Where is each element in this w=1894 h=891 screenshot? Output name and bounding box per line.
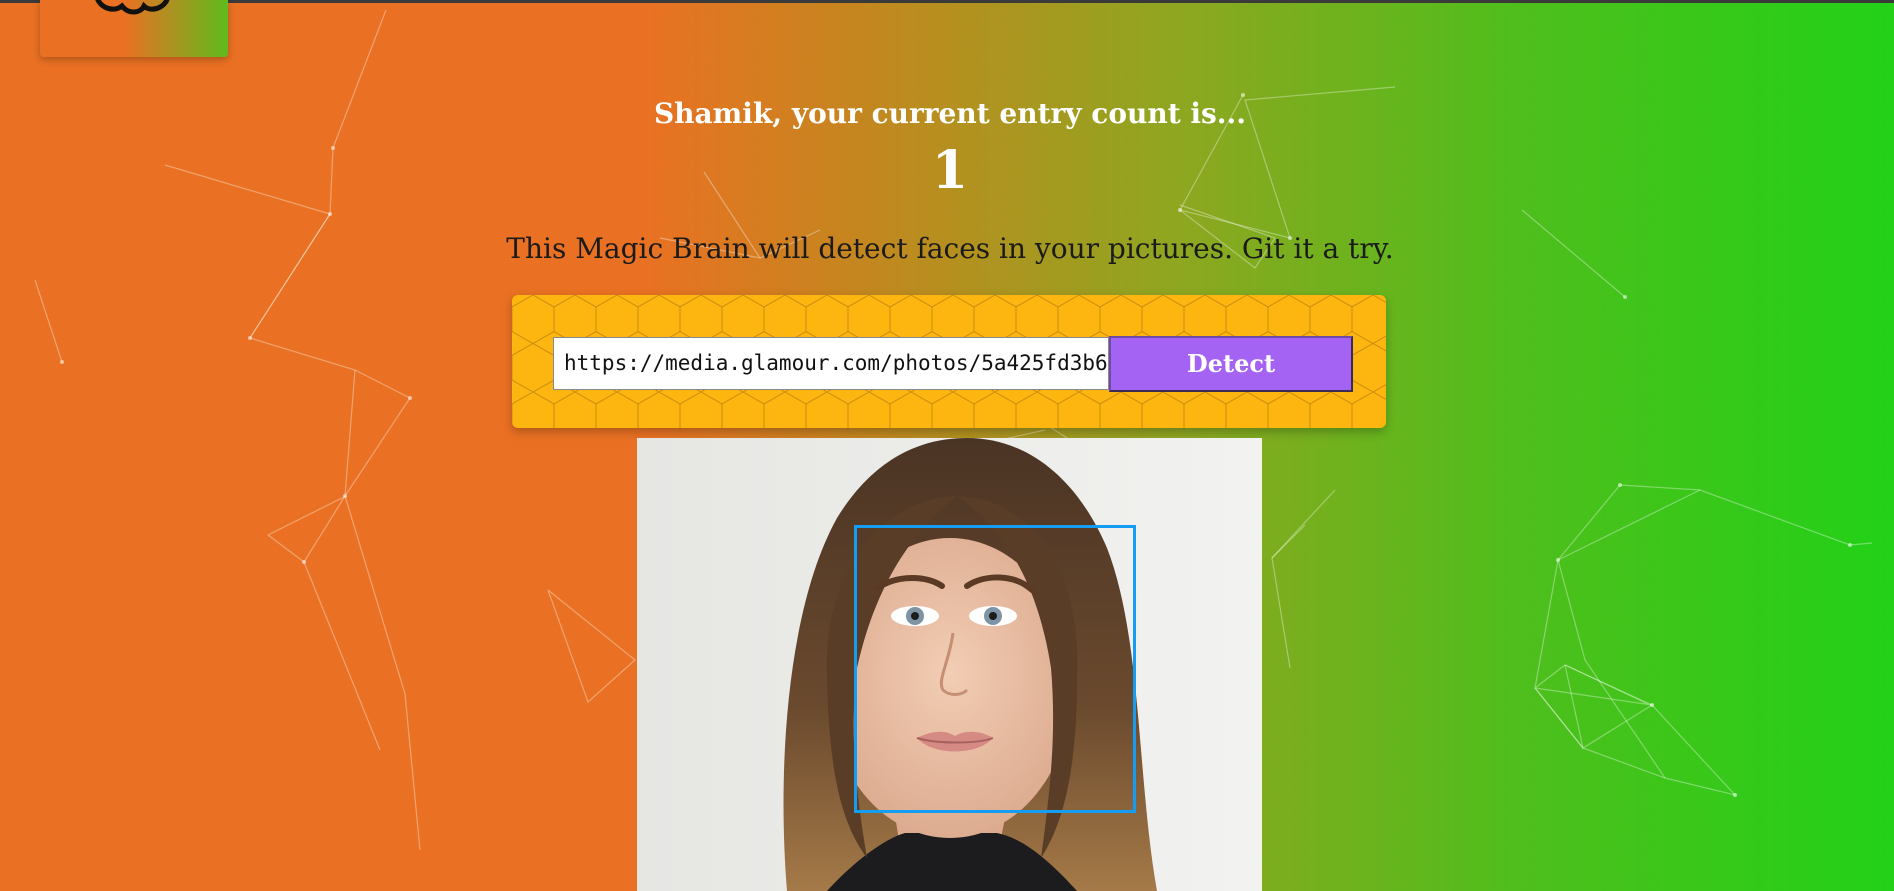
app-logo[interactable]: [40, 0, 228, 57]
image-url-form: https://media.glamour.com/photos/5a425fd…: [512, 295, 1386, 428]
image-url-input[interactable]: https://media.glamour.com/photos/5a425fd…: [553, 337, 1109, 390]
app-description: This Magic Brain will detect faces in yo…: [506, 232, 1394, 265]
entry-count-value: 1: [931, 140, 969, 201]
face-bounding-box: [854, 525, 1136, 813]
brain-icon: [95, 0, 170, 15]
entry-count-greeting: Shamik, your current entry count is...: [653, 97, 1247, 130]
detect-button[interactable]: Detect: [1109, 336, 1353, 392]
result-image: [637, 438, 1262, 891]
